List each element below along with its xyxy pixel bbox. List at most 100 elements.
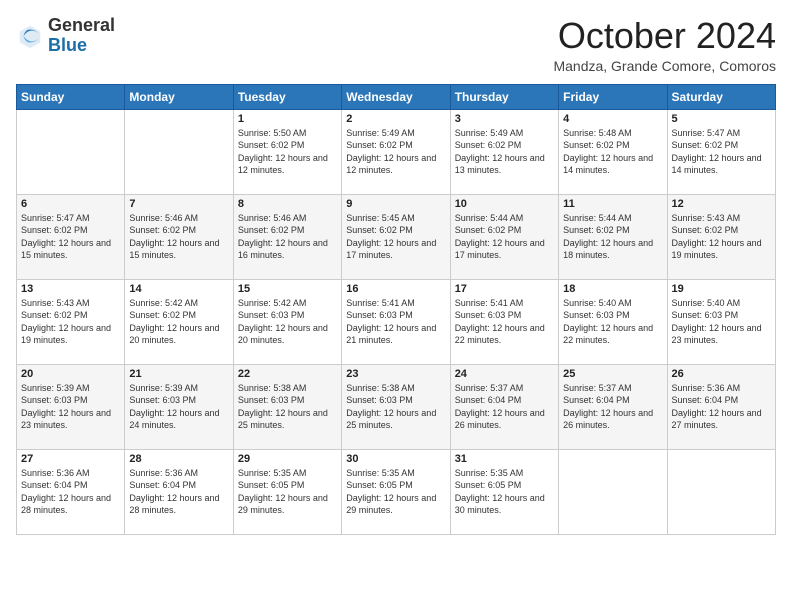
day-info: Sunrise: 5:49 AM Sunset: 6:02 PM Dayligh… <box>346 127 445 177</box>
calendar-cell: 12 Sunrise: 5:43 AM Sunset: 6:02 PM Dayli… <box>667 194 775 279</box>
calendar-cell: 18Sunrise: 5:40 AM Sunset: 6:03 PM Dayli… <box>559 279 667 364</box>
day-info: Sunrise: 5:38 AM Sunset: 6:03 PM Dayligh… <box>346 382 445 432</box>
day-info: Sunrise: 5:35 AM Sunset: 6:05 PM Dayligh… <box>346 467 445 517</box>
weekday-header-wednesday: Wednesday <box>342 84 450 109</box>
calendar-cell: 20 Sunrise: 5:39 AM Sunset: 6:03 PM Dayli… <box>17 364 125 449</box>
calendar-cell: 8Sunrise: 5:46 AM Sunset: 6:02 PM Daylig… <box>233 194 341 279</box>
day-number: 27 <box>21 453 120 465</box>
day-number: 29 <box>238 453 337 465</box>
calendar-cell: 11 Sunrise: 5:44 AM Sunset: 6:02 PM Dayli… <box>559 194 667 279</box>
day-number: 2 <box>346 113 445 125</box>
day-info: Sunrise: 5:37 AM Sunset: 6:04 PM Dayligh… <box>455 382 554 432</box>
day-number: 28 <box>129 453 228 465</box>
calendar-cell: 21 Sunrise: 5:39 AM Sunset: 6:03 PM Dayli… <box>125 364 233 449</box>
calendar-cell: 23 Sunrise: 5:38 AM Sunset: 6:03 PM Dayli… <box>342 364 450 449</box>
calendar-cell: 19Sunrise: 5:40 AM Sunset: 6:03 PM Dayli… <box>667 279 775 364</box>
calendar-cell: 10 Sunrise: 5:44 AM Sunset: 6:02 PM Dayli… <box>450 194 558 279</box>
day-number: 21 <box>129 368 228 380</box>
weekday-header-sunday: Sunday <box>17 84 125 109</box>
day-info: Sunrise: 5:43 AM Sunset: 6:02 PM Dayligh… <box>672 212 771 262</box>
weekday-header-monday: Monday <box>125 84 233 109</box>
day-info: Sunrise: 5:35 AM Sunset: 6:05 PM Dayligh… <box>455 467 554 517</box>
day-number: 5 <box>672 113 771 125</box>
day-info: Sunrise: 5:47 AM Sunset: 6:02 PM Dayligh… <box>672 127 771 177</box>
calendar-cell: 15Sunrise: 5:42 AM Sunset: 6:03 PM Dayli… <box>233 279 341 364</box>
day-info: Sunrise: 5:44 AM Sunset: 6:02 PM Dayligh… <box>455 212 554 262</box>
week-row-1: 1Sunrise: 5:50 AM Sunset: 6:02 PM Daylig… <box>17 109 776 194</box>
day-number: 6 <box>21 198 120 210</box>
calendar-body: 1Sunrise: 5:50 AM Sunset: 6:02 PM Daylig… <box>17 109 776 534</box>
month-title: October 2024 <box>553 16 776 56</box>
day-number: 13 <box>21 283 120 295</box>
logo: General Blue <box>16 16 115 56</box>
day-info: Sunrise: 5:43 AM Sunset: 6:02 PM Dayligh… <box>21 297 120 347</box>
weekday-header-thursday: Thursday <box>450 84 558 109</box>
calendar-cell: 9 Sunrise: 5:45 AM Sunset: 6:02 PM Daylig… <box>342 194 450 279</box>
calendar-cell: 6 Sunrise: 5:47 AM Sunset: 6:02 PM Daylig… <box>17 194 125 279</box>
day-info: Sunrise: 5:50 AM Sunset: 6:02 PM Dayligh… <box>238 127 337 177</box>
calendar-cell <box>125 109 233 194</box>
day-number: 17 <box>455 283 554 295</box>
weekday-header-saturday: Saturday <box>667 84 775 109</box>
day-info: Sunrise: 5:41 AM Sunset: 6:03 PM Dayligh… <box>455 297 554 347</box>
week-row-4: 20 Sunrise: 5:39 AM Sunset: 6:03 PM Dayli… <box>17 364 776 449</box>
calendar-cell: 22 Sunrise: 5:38 AM Sunset: 6:03 PM Dayli… <box>233 364 341 449</box>
header: General Blue October 2024 Mandza, Grande… <box>16 16 776 74</box>
day-info: Sunrise: 5:48 AM Sunset: 6:02 PM Dayligh… <box>563 127 662 177</box>
day-number: 20 <box>21 368 120 380</box>
title-block: October 2024 Mandza, Grande Comore, Como… <box>553 16 776 74</box>
day-info: Sunrise: 5:46 AM Sunset: 6:02 PM Dayligh… <box>238 212 337 262</box>
day-number: 10 <box>455 198 554 210</box>
day-number: 26 <box>672 368 771 380</box>
weekday-header-tuesday: Tuesday <box>233 84 341 109</box>
day-info: Sunrise: 5:44 AM Sunset: 6:02 PM Dayligh… <box>563 212 662 262</box>
calendar-cell: 28 Sunrise: 5:36 AM Sunset: 6:04 PM Dayli… <box>125 449 233 534</box>
calendar-cell <box>17 109 125 194</box>
day-number: 14 <box>129 283 228 295</box>
week-row-5: 27 Sunrise: 5:36 AM Sunset: 6:04 PM Dayli… <box>17 449 776 534</box>
day-number: 18 <box>563 283 662 295</box>
calendar-cell: 4Sunrise: 5:48 AM Sunset: 6:02 PM Daylig… <box>559 109 667 194</box>
day-number: 31 <box>455 453 554 465</box>
day-number: 12 <box>672 198 771 210</box>
logo-icon <box>16 22 44 50</box>
calendar-cell: 27 Sunrise: 5:36 AM Sunset: 6:04 PM Dayli… <box>17 449 125 534</box>
calendar-cell: 25 Sunrise: 5:37 AM Sunset: 6:04 PM Dayli… <box>559 364 667 449</box>
day-number: 25 <box>563 368 662 380</box>
calendar-cell: 24Sunrise: 5:37 AM Sunset: 6:04 PM Dayli… <box>450 364 558 449</box>
day-info: Sunrise: 5:38 AM Sunset: 6:03 PM Dayligh… <box>238 382 337 432</box>
day-number: 16 <box>346 283 445 295</box>
day-number: 22 <box>238 368 337 380</box>
calendar-cell: 1Sunrise: 5:50 AM Sunset: 6:02 PM Daylig… <box>233 109 341 194</box>
day-number: 7 <box>129 198 228 210</box>
calendar-cell: 3 Sunrise: 5:49 AM Sunset: 6:02 PM Daylig… <box>450 109 558 194</box>
calendar-cell: 17 Sunrise: 5:41 AM Sunset: 6:03 PM Dayli… <box>450 279 558 364</box>
week-row-2: 6 Sunrise: 5:47 AM Sunset: 6:02 PM Daylig… <box>17 194 776 279</box>
weekday-header-friday: Friday <box>559 84 667 109</box>
day-info: Sunrise: 5:39 AM Sunset: 6:03 PM Dayligh… <box>129 382 228 432</box>
day-info: Sunrise: 5:49 AM Sunset: 6:02 PM Dayligh… <box>455 127 554 177</box>
calendar-cell: 13 Sunrise: 5:43 AM Sunset: 6:02 PM Dayli… <box>17 279 125 364</box>
day-info: Sunrise: 5:41 AM Sunset: 6:03 PM Dayligh… <box>346 297 445 347</box>
day-info: Sunrise: 5:37 AM Sunset: 6:04 PM Dayligh… <box>563 382 662 432</box>
week-row-3: 13 Sunrise: 5:43 AM Sunset: 6:02 PM Dayli… <box>17 279 776 364</box>
calendar-cell: 2 Sunrise: 5:49 AM Sunset: 6:02 PM Daylig… <box>342 109 450 194</box>
day-info: Sunrise: 5:45 AM Sunset: 6:02 PM Dayligh… <box>346 212 445 262</box>
day-number: 11 <box>563 198 662 210</box>
day-info: Sunrise: 5:42 AM Sunset: 6:02 PM Dayligh… <box>129 297 228 347</box>
day-number: 3 <box>455 113 554 125</box>
calendar-cell <box>667 449 775 534</box>
weekday-header-row: SundayMondayTuesdayWednesdayThursdayFrid… <box>17 84 776 109</box>
calendar-cell: 7Sunrise: 5:46 AM Sunset: 6:02 PM Daylig… <box>125 194 233 279</box>
calendar-cell: 14 Sunrise: 5:42 AM Sunset: 6:02 PM Dayli… <box>125 279 233 364</box>
day-info: Sunrise: 5:36 AM Sunset: 6:04 PM Dayligh… <box>129 467 228 517</box>
day-number: 23 <box>346 368 445 380</box>
day-info: Sunrise: 5:35 AM Sunset: 6:05 PM Dayligh… <box>238 467 337 517</box>
day-number: 9 <box>346 198 445 210</box>
day-info: Sunrise: 5:36 AM Sunset: 6:04 PM Dayligh… <box>21 467 120 517</box>
calendar-cell: 30Sunrise: 5:35 AM Sunset: 6:05 PM Dayli… <box>342 449 450 534</box>
page: General Blue October 2024 Mandza, Grande… <box>0 0 792 612</box>
day-info: Sunrise: 5:39 AM Sunset: 6:03 PM Dayligh… <box>21 382 120 432</box>
calendar-cell: 26Sunrise: 5:36 AM Sunset: 6:04 PM Dayli… <box>667 364 775 449</box>
day-info: Sunrise: 5:47 AM Sunset: 6:02 PM Dayligh… <box>21 212 120 262</box>
